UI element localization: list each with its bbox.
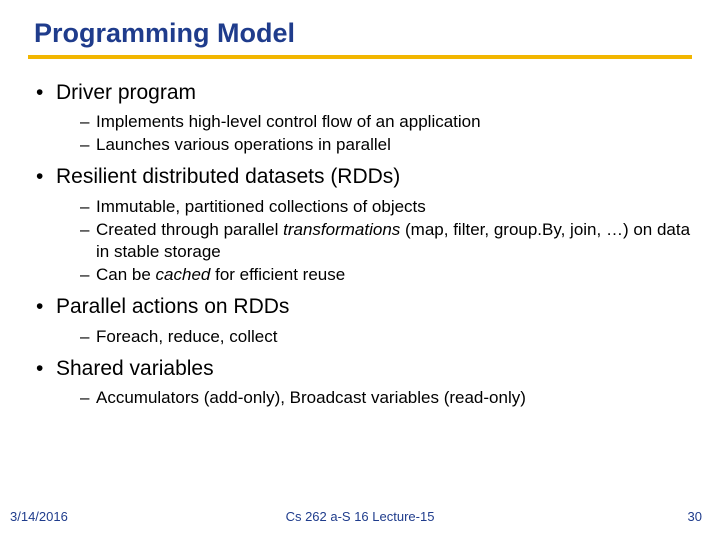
bullet-2: Resilient distributed datasets (RDDs) <box>36 163 692 191</box>
bullet-3-sub: Foreach, reduce, collect <box>36 326 692 349</box>
footer-page: 30 <box>688 509 702 524</box>
sub-bullet: Created through parallel transformations… <box>80 219 692 265</box>
title-rule <box>28 55 692 59</box>
footer-date: 3/14/2016 <box>10 509 68 524</box>
bullet-1-sub: Implements high-level control flow of an… <box>36 111 692 157</box>
sub-bullet: Immutable, partitioned collections of ob… <box>80 196 692 219</box>
footer: 3/14/2016 Cs 262 a-S 16 Lecture-15 30 <box>0 509 720 524</box>
bullet-list: Driver program Implements high-level con… <box>28 79 692 410</box>
bullet-4: Shared variables <box>36 355 692 383</box>
sub-bullet: Launches various operations in parallel <box>80 134 692 157</box>
bullet-1: Driver program <box>36 79 692 107</box>
sub-bullet: Can be cached for efficient reuse <box>80 264 692 287</box>
slide-title: Programming Model <box>34 18 692 49</box>
slide: Programming Model Driver program Impleme… <box>0 0 720 540</box>
bullet-2-sub: Immutable, partitioned collections of ob… <box>36 196 692 288</box>
bullet-3: Parallel actions on RDDs <box>36 293 692 321</box>
sub-bullet: Foreach, reduce, collect <box>80 326 692 349</box>
footer-center: Cs 262 a-S 16 Lecture-15 <box>0 509 720 524</box>
bullet-4-sub: Accumulators (add-only), Broadcast varia… <box>36 387 692 410</box>
sub-bullet: Accumulators (add-only), Broadcast varia… <box>80 387 692 410</box>
sub-bullet: Implements high-level control flow of an… <box>80 111 692 134</box>
